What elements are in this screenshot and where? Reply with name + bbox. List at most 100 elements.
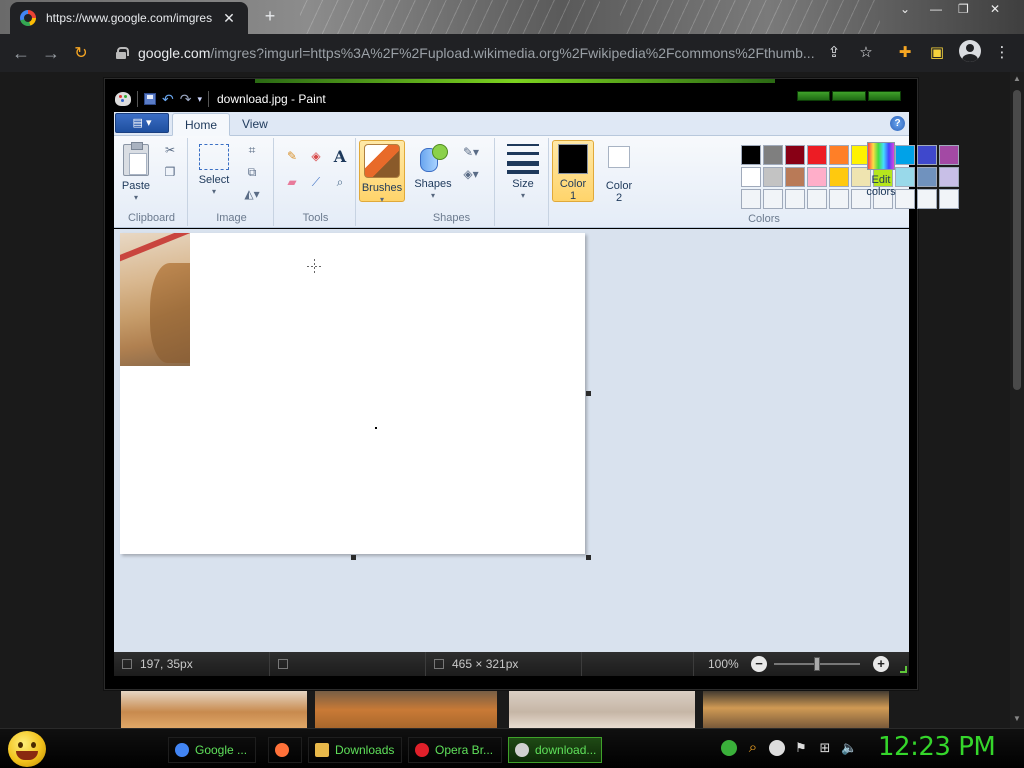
scroll-down-icon[interactable]: ▼ [1010, 714, 1024, 723]
cat-image-thumbnail[interactable] [703, 688, 889, 728]
palette-swatch[interactable] [785, 167, 805, 187]
color2-button[interactable]: Color 2 [598, 142, 640, 204]
palette-swatch[interactable] [785, 145, 805, 165]
reload-icon[interactable]: ↻ [66, 43, 96, 63]
browser-menu-icon[interactable]: ⋮ [992, 43, 1012, 63]
tray-status-icon[interactable] [769, 740, 785, 756]
copy-icon[interactable]: ❐ [160, 162, 180, 182]
tab-close-icon[interactable]: ✕ [220, 10, 238, 27]
palette-swatch[interactable] [829, 145, 849, 165]
new-tab-button[interactable]: + [260, 6, 280, 27]
taskbar-item-firefox[interactable] [268, 737, 302, 763]
minimize-button[interactable]: — [930, 2, 942, 16]
palette-swatch[interactable] [939, 167, 959, 187]
customize-toolbar-icon[interactable]: ▾ [197, 94, 202, 105]
pencil-icon[interactable]: ✎ [282, 146, 302, 166]
undo-icon[interactable]: ↶ [162, 91, 174, 108]
palette-swatch[interactable] [939, 145, 959, 165]
reading-list-icon[interactable]: ▣ [927, 43, 947, 63]
extensions-puzzle-icon[interactable]: ✚ [895, 43, 915, 63]
text-tool-icon[interactable]: A [330, 146, 350, 166]
paint-maximize-button[interactable] [832, 91, 866, 101]
palette-swatch[interactable] [807, 145, 827, 165]
palette-swatch[interactable] [763, 189, 783, 209]
magnifier-icon[interactable]: ⌕ [330, 172, 350, 192]
select-button[interactable]: Select ▾ [192, 144, 236, 198]
file-menu-button[interactable]: ▤ ▾ [115, 113, 169, 133]
paste-button[interactable]: Paste ▾ [120, 142, 152, 204]
canvas-resize-handle-corner[interactable] [586, 555, 591, 560]
window-resize-grip[interactable] [900, 666, 907, 673]
cut-icon[interactable]: ✂ [160, 140, 180, 160]
brushes-button[interactable]: Brushes ▾ [359, 140, 405, 204]
taskbar-item-opera[interactable]: Opera Br... [408, 737, 502, 763]
lock-icon[interactable] [116, 47, 129, 59]
forward-arrow-icon[interactable]: → [36, 43, 66, 64]
fill-bucket-icon[interactable]: ◈ [306, 146, 326, 166]
scroll-up-icon[interactable]: ▲ [1010, 74, 1024, 83]
browser-tab[interactable]: https://www.google.com/imgres ✕ [10, 2, 248, 34]
canvas-resize-handle-right[interactable] [586, 391, 591, 396]
palette-swatch[interactable] [829, 167, 849, 187]
taskbar-item-paint[interactable]: download... [508, 737, 602, 763]
size-button[interactable]: Size ▾ [505, 144, 541, 202]
start-button-smiley-icon[interactable] [8, 731, 46, 767]
outline-icon[interactable]: ✎▾ [461, 142, 481, 162]
palette-swatch[interactable] [741, 145, 761, 165]
palette-swatch[interactable] [741, 167, 761, 187]
palette-swatch[interactable] [763, 145, 783, 165]
palette-swatch[interactable] [807, 189, 827, 209]
rotate-icon[interactable]: ◭▾ [242, 184, 262, 204]
color-picker-icon[interactable]: ⟋ [306, 172, 326, 192]
palette-swatch[interactable] [763, 167, 783, 187]
taskbar-item-downloads[interactable]: Downloads [308, 737, 402, 763]
resize-icon[interactable]: ⧉ [242, 162, 262, 182]
help-icon[interactable]: ? [890, 116, 905, 131]
tray-flag-icon[interactable]: ⚑ [793, 740, 809, 756]
drawing-canvas[interactable] [120, 233, 585, 554]
redo-icon[interactable]: ↷ [180, 91, 192, 108]
canvas-workspace[interactable] [114, 229, 909, 652]
eraser-icon[interactable]: ▰ [282, 172, 302, 192]
tab-home[interactable]: Home [172, 113, 231, 136]
palette-swatch[interactable] [829, 189, 849, 209]
save-icon[interactable] [144, 93, 156, 105]
tab-view[interactable]: View [230, 113, 280, 136]
taskbar-item-chrome[interactable]: Google ... [168, 737, 256, 763]
crop-icon[interactable]: ⌗ [242, 140, 262, 160]
palette-swatch[interactable] [939, 189, 959, 209]
palette-swatch[interactable] [917, 145, 937, 165]
tab-search-icon[interactable]: ⌄ [900, 2, 910, 16]
zoom-out-button[interactable]: − [751, 656, 767, 672]
cat-image-thumbnail[interactable] [509, 688, 695, 728]
edit-colors-button[interactable]: Edit colors [858, 142, 904, 198]
address-bar[interactable]: google.com/imgres?imgurl=https%3A%2F%2Fu… [108, 39, 888, 67]
shapes-button[interactable]: Shapes ▾ [413, 144, 453, 202]
tray-network-icon[interactable]: ⊞ [817, 740, 833, 756]
back-arrow-icon[interactable]: ← [6, 43, 36, 64]
paint-close-button[interactable] [867, 91, 901, 101]
paint-minimize-button[interactable] [797, 91, 831, 101]
palette-swatch[interactable] [917, 167, 937, 187]
tray-search-icon[interactable]: ⌕ [745, 740, 761, 756]
cat-image-thumbnail[interactable] [121, 688, 307, 728]
tray-volume-icon[interactable]: 🔈 [841, 740, 857, 756]
scroll-thumb[interactable] [1013, 90, 1021, 390]
zoom-slider-thumb[interactable] [814, 657, 820, 671]
palette-swatch[interactable] [807, 167, 827, 187]
cat-image-thumbnail[interactable] [315, 688, 497, 728]
color1-button[interactable]: Color 1 [552, 140, 594, 202]
zoom-in-button[interactable]: + [873, 656, 889, 672]
url-text[interactable]: google.com/imgres?imgurl=https%3A%2F%2Fu… [138, 45, 815, 61]
tray-update-icon[interactable] [721, 740, 737, 756]
taskbar-clock[interactable]: 12:23 PM [878, 732, 996, 762]
fill-icon[interactable]: ◈▾ [461, 164, 481, 184]
canvas-resize-handle-bottom[interactable] [351, 555, 356, 560]
share-icon[interactable]: ⇪ [824, 43, 844, 63]
palette-swatch[interactable] [741, 189, 761, 209]
bookmark-star-icon[interactable]: ☆ [856, 43, 876, 63]
palette-swatch[interactable] [917, 189, 937, 209]
profile-avatar-icon[interactable] [959, 40, 981, 62]
restore-button[interactable]: ❐ [958, 2, 969, 16]
paint-app-icon[interactable] [115, 92, 131, 106]
